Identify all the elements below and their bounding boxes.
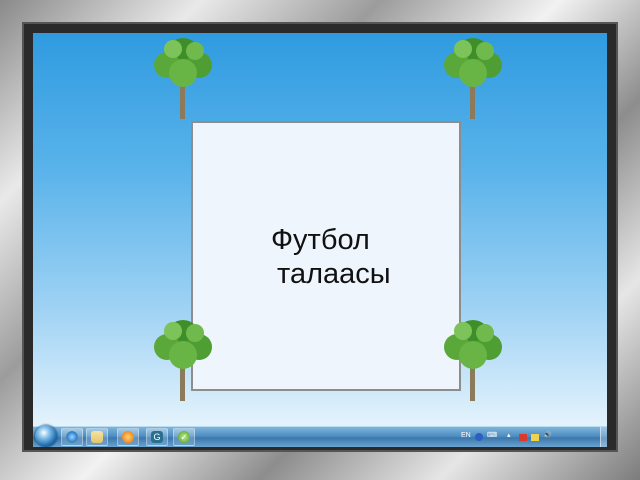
app-check-icon: ✓ [178, 431, 190, 443]
chevron-up-icon[interactable]: ▴ [507, 431, 511, 439]
file-explorer-icon [91, 431, 103, 443]
media-player-icon [122, 431, 134, 443]
system-tray: EN ⌨ ▴ 🔊 [461, 429, 601, 445]
volume-icon[interactable]: 🔊 [543, 431, 552, 439]
network-icon[interactable] [531, 434, 539, 441]
app-g-icon: G [151, 431, 163, 443]
keyboard-icon[interactable]: ⌨ [487, 431, 497, 439]
language-indicator[interactable]: EN [461, 432, 471, 439]
media-player-button[interactable] [117, 428, 139, 446]
desktop-background: Футбол талаасы [33, 33, 607, 426]
app-g-button[interactable]: G [146, 428, 168, 446]
app-check-button[interactable]: ✓ [173, 428, 195, 446]
file-explorer-button[interactable] [86, 428, 108, 446]
taskbar: G ✓ EN ⌨ ▴ 🔊 [33, 425, 607, 447]
show-desktop-button[interactable] [600, 427, 607, 447]
internet-explorer-button[interactable] [61, 428, 83, 446]
tree-icon [143, 33, 223, 121]
help-icon[interactable] [475, 433, 483, 441]
tree-icon [143, 315, 223, 403]
tree-icon [433, 33, 513, 121]
card-title: Футбол талаасы [271, 223, 451, 291]
flag-icon[interactable] [519, 434, 527, 441]
windows-start-orb-icon[interactable] [35, 425, 57, 447]
internet-explorer-icon [66, 431, 78, 443]
card-title-line1: Футбол [271, 224, 370, 256]
tree-icon [433, 315, 513, 403]
card-title-line2: талаасы [277, 258, 391, 290]
title-card: Футбол талаасы [191, 121, 461, 391]
